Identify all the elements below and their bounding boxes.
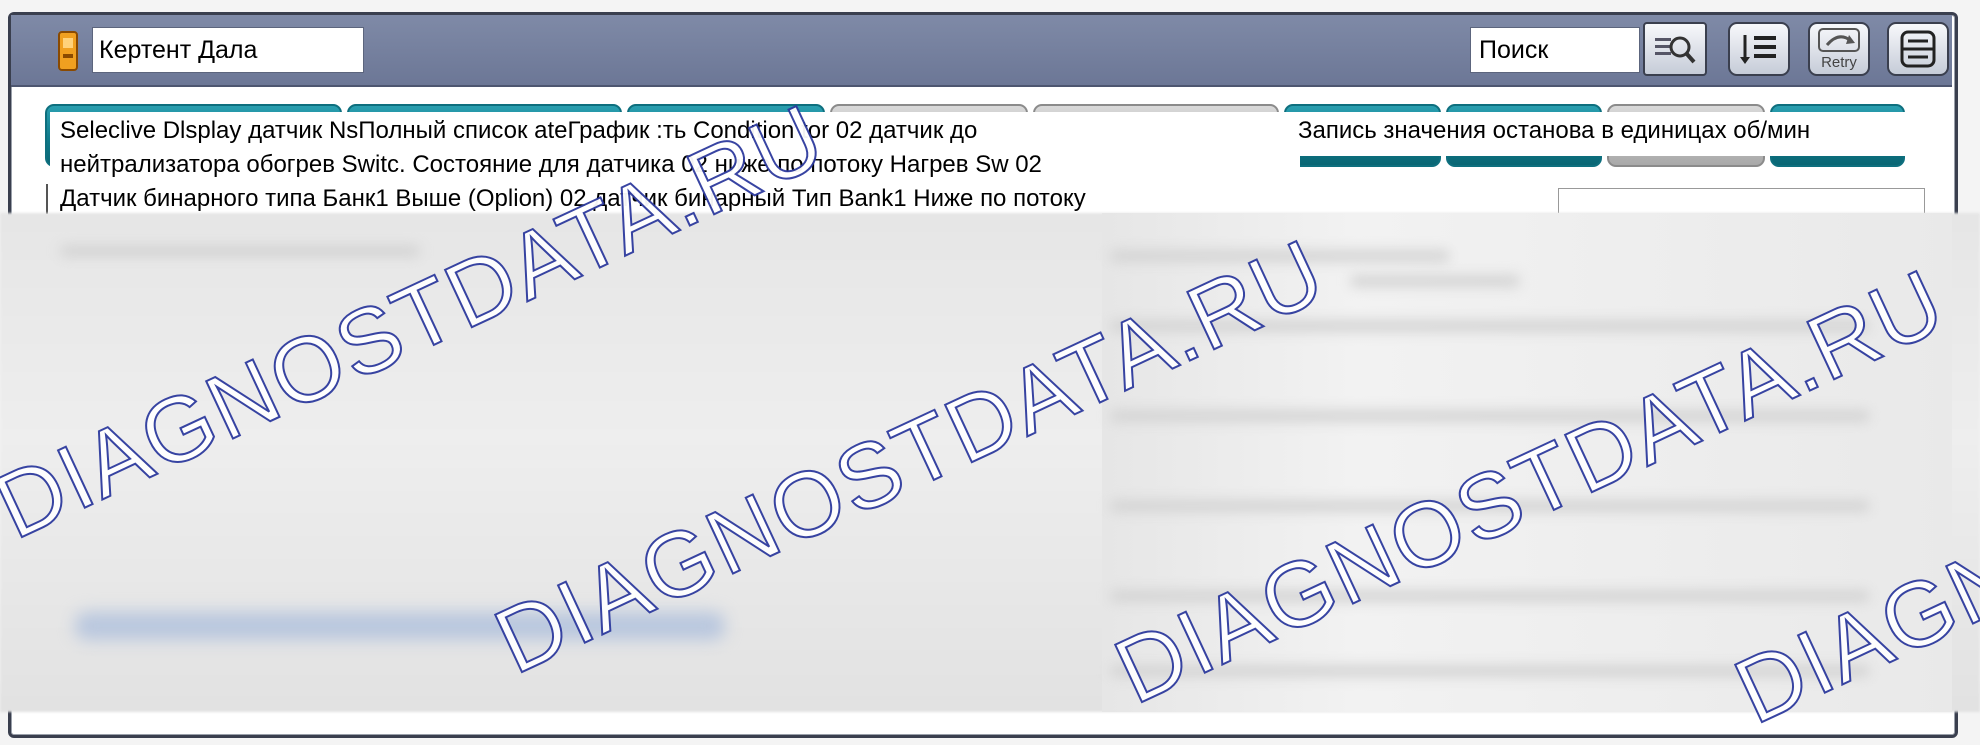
menu-icon <box>1900 30 1936 68</box>
menu-button[interactable] <box>1887 22 1949 76</box>
device-name-field[interactable]: Кертент Дала <box>92 27 364 73</box>
device-icon <box>58 31 78 71</box>
retry-button[interactable]: Retry <box>1808 22 1870 76</box>
zoom-search-button[interactable] <box>1643 22 1707 76</box>
list-icon <box>1740 35 1776 64</box>
list-button[interactable] <box>1728 22 1790 76</box>
retry-icon: Retry <box>1818 28 1860 71</box>
retry-label: Retry <box>1821 54 1857 71</box>
blurred-row <box>1350 275 1520 287</box>
zoom-search-icon <box>1655 36 1696 64</box>
tab-labels-right: Запись значения останова в единицах об/м… <box>1288 112 1908 156</box>
search-input[interactable] <box>1470 27 1640 73</box>
blurred-row <box>60 245 420 257</box>
